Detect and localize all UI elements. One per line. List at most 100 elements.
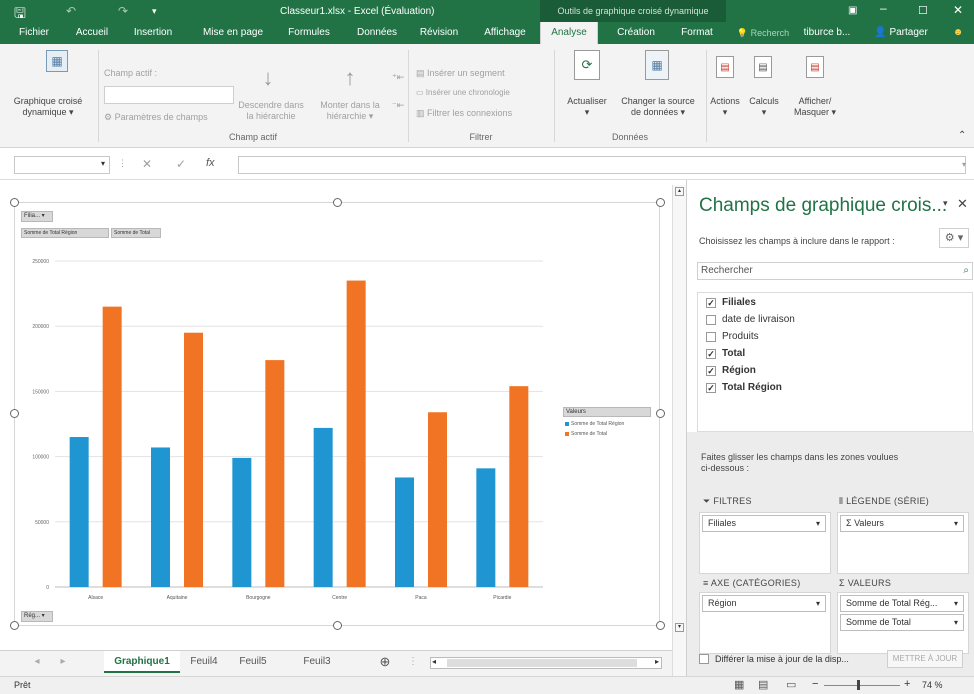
legend-title[interactable]: Valeurs — [563, 407, 651, 417]
field-checkbox[interactable] — [706, 331, 716, 342]
scroll-up-icon[interactable]: ▴ — [675, 187, 684, 196]
refresh-button[interactable]: Actualiser ▾ — [560, 96, 614, 119]
value-field-button[interactable]: Somme de Total — [111, 228, 161, 238]
pivotchart-button[interactable]: Graphique croisé dynamique ▾ — [0, 96, 96, 119]
tab-format[interactable]: Format — [672, 22, 722, 44]
undo-icon[interactable]: ↶ — [66, 4, 76, 18]
chart-resize-handle[interactable] — [10, 198, 19, 207]
tab-analyse[interactable]: Analyse — [540, 22, 598, 44]
region-axis-button[interactable]: Rég... ▾ — [21, 611, 53, 622]
tab-accueil[interactable]: Accueil — [70, 22, 114, 44]
filters-item-pill[interactable]: Filiales ▾ — [702, 515, 826, 532]
smiley-icon[interactable]: ☻ — [948, 22, 968, 44]
pane-close-icon[interactable]: ✕ — [957, 196, 968, 212]
sheet-tab-feuil5[interactable]: Feuil5 — [228, 651, 278, 673]
field-item-total[interactable]: ✓ Total — [706, 348, 745, 359]
values-item-pill[interactable]: Somme de Total Rég... ▾ — [840, 595, 964, 612]
close-button[interactable]: ✕ — [953, 3, 963, 17]
share-button[interactable]: 👤 Partager — [866, 22, 936, 44]
field-item-region[interactable]: ✓ Région — [706, 365, 756, 376]
redo-icon[interactable]: ↷ — [118, 4, 128, 18]
values-drop-zone[interactable]: Somme de Total Rég... ▾ Somme de Total ▾ — [837, 592, 969, 654]
field-item-produits[interactable]: Produits — [706, 331, 759, 342]
tab-formules[interactable]: Formules — [282, 22, 336, 44]
zoom-level[interactable]: 74 % — [922, 680, 943, 690]
field-settings-button[interactable]: ⚙ Paramètres de champs — [104, 112, 208, 123]
tab-affichage[interactable]: Affichage — [476, 22, 534, 44]
drill-down-button[interactable]: Descendre dans la hiérarchie — [232, 100, 310, 123]
field-checkbox[interactable]: ✓ — [706, 365, 716, 376]
ribbon-display-options-icon[interactable]: ▣ — [848, 5, 857, 16]
actions-button[interactable]: Actions ▾ — [704, 96, 746, 119]
tell-me-search[interactable]: 💡 Recherch — [732, 22, 794, 44]
change-source-button[interactable]: Changer la source de données ▾ — [612, 96, 704, 119]
chevron-down-icon[interactable]: ▾ — [954, 516, 958, 531]
expand-formula-bar-icon[interactable]: ▾ — [962, 160, 966, 170]
scroll-right-icon[interactable]: ▸ — [655, 657, 659, 666]
values-item-pill[interactable]: Somme de Total ▾ — [840, 614, 964, 631]
zoom-out-icon[interactable]: − — [812, 678, 818, 690]
tools-button[interactable]: ⚙ ▾ — [939, 228, 969, 248]
chart-resize-handle[interactable] — [333, 621, 342, 630]
vertical-scrollbar[interactable]: ▴ ▾ — [672, 185, 686, 685]
field-checkbox[interactable]: ✓ — [706, 297, 716, 308]
maximize-button[interactable]: ☐ — [918, 4, 928, 17]
search-icon[interactable]: ⌕ — [963, 263, 969, 279]
field-item-total-region[interactable]: ✓ Total Région — [706, 382, 782, 393]
chevron-down-icon[interactable]: ▾ — [816, 516, 820, 531]
tab-splitter[interactable]: ⋮ — [408, 651, 418, 673]
field-checkbox[interactable] — [706, 314, 716, 325]
value-field-button[interactable]: Somme de Total Région — [21, 228, 109, 238]
update-button[interactable]: METTRE À JOUR — [887, 650, 963, 668]
zoom-in-icon[interactable]: + — [904, 678, 910, 690]
tab-donnees[interactable]: Données — [350, 22, 404, 44]
legend-drop-zone[interactable]: Σ Valeurs ▾ — [837, 512, 969, 574]
legend-item-pill[interactable]: Σ Valeurs ▾ — [840, 515, 964, 532]
collapse-field-icon[interactable]: ⁻⇤ — [392, 100, 404, 111]
insert-slicer-button[interactable]: ▤ Insérer un segment — [416, 68, 505, 79]
show-hide-button[interactable]: Afficher/ Masquer ▾ — [786, 96, 844, 119]
sheet-tab-feuil4[interactable]: Feuil4 — [182, 651, 226, 673]
chart-resize-handle[interactable] — [10, 621, 19, 630]
name-box-dropdown-icon[interactable]: ▾ — [101, 159, 105, 168]
page-layout-view-icon[interactable]: ▤ — [758, 678, 768, 691]
tab-insertion[interactable]: Insertion — [126, 22, 180, 44]
filter-connections-button[interactable]: ▥ Filtrer les connexions — [416, 108, 512, 119]
tab-mise-en-page[interactable]: Mise en page — [196, 22, 270, 44]
field-checkbox[interactable]: ✓ — [706, 382, 716, 393]
sheet-nav-next-icon[interactable]: ▸ — [56, 651, 70, 673]
axis-item-pill[interactable]: Région ▾ — [702, 595, 826, 612]
zoom-slider[interactable] — [824, 680, 900, 690]
zoom-slider-thumb[interactable] — [857, 680, 860, 690]
scroll-thumb[interactable] — [447, 659, 637, 667]
active-field-input[interactable] — [104, 86, 234, 104]
sheet-nav-prev-icon[interactable]: ◂ — [30, 651, 44, 673]
chart-resize-handle[interactable] — [656, 409, 665, 418]
enter-icon[interactable]: ✓ — [176, 157, 186, 172]
scroll-down-icon[interactable]: ▾ — [675, 623, 684, 632]
tab-creation[interactable]: Création — [610, 22, 662, 44]
collapse-ribbon-icon[interactable]: ⌃ — [958, 130, 966, 143]
field-checkbox[interactable]: ✓ — [706, 348, 716, 359]
formula-bar-splitter[interactable]: ⋮ — [118, 158, 127, 169]
cancel-icon[interactable]: ✕ — [142, 157, 152, 172]
name-box[interactable]: ▾ — [14, 156, 110, 174]
filiales-filter-button[interactable]: Filia... ▾ — [21, 211, 53, 222]
chart-resize-handle[interactable] — [333, 198, 342, 207]
field-item-date[interactable]: date de livraison — [706, 314, 795, 325]
normal-view-icon[interactable]: ▦ — [734, 678, 744, 691]
pane-collapse-icon[interactable]: ▾ — [943, 198, 948, 209]
sheet-tab-graphique1[interactable]: Graphique1 — [104, 651, 180, 673]
drill-up-button[interactable]: Monter dans la hiérarchie ▾ — [310, 100, 390, 123]
axis-drop-zone[interactable]: Région ▾ — [699, 592, 831, 654]
formula-input[interactable] — [238, 156, 966, 174]
calculations-button[interactable]: Calculs ▾ — [744, 96, 784, 119]
defer-update-checkbox-row[interactable]: Différer la mise à jour de la disp... — [699, 654, 849, 664]
insert-function-icon[interactable]: fx — [206, 157, 215, 171]
chart-resize-handle[interactable] — [656, 198, 665, 207]
chevron-down-icon[interactable]: ▾ — [954, 596, 958, 611]
quick-access-customize-icon[interactable]: ▾ — [152, 6, 157, 17]
pivotchart-icon[interactable]: ▦ — [46, 50, 68, 72]
filters-drop-zone[interactable]: Filiales ▾ — [699, 512, 831, 574]
user-name[interactable]: tiburce b... — [796, 22, 858, 44]
